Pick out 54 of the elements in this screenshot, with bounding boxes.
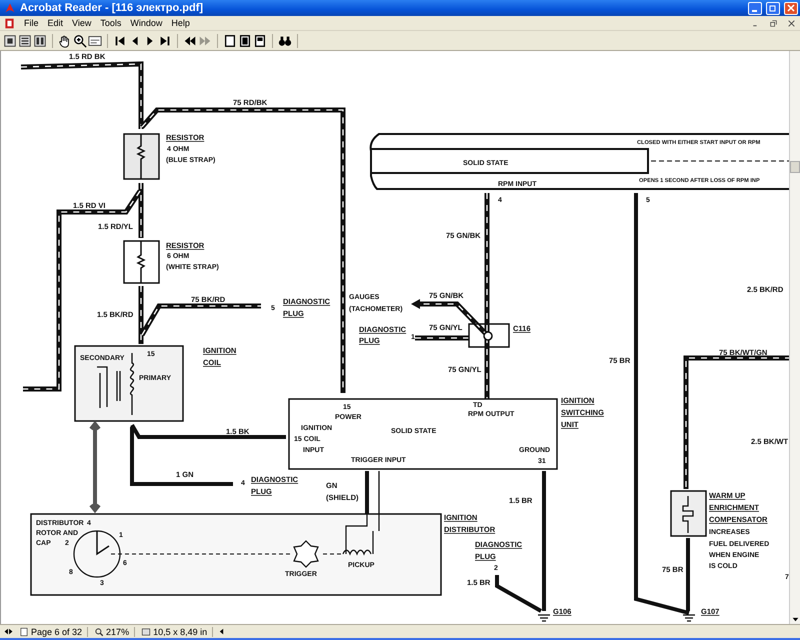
restore-button[interactable] bbox=[766, 2, 780, 14]
page-size-icon bbox=[141, 626, 152, 636]
resistor bbox=[123, 240, 160, 284]
compensator bbox=[670, 490, 707, 537]
page-size: 10,5 x 8,49 in bbox=[153, 626, 208, 636]
resistor bbox=[123, 133, 160, 180]
wire bbox=[365, 471, 369, 514]
menu-item[interactable]: Help bbox=[171, 18, 190, 28]
fit-width-icon[interactable] bbox=[253, 34, 267, 48]
close-button[interactable] bbox=[784, 2, 798, 14]
acrobat-icon bbox=[4, 2, 16, 14]
vertical-scrollbar[interactable] bbox=[789, 51, 800, 624]
page-icon bbox=[19, 626, 29, 636]
last-page-icon[interactable] bbox=[158, 34, 172, 48]
page-navigation-icon[interactable] bbox=[4, 627, 13, 636]
go-back-icon[interactable] bbox=[183, 34, 197, 48]
menu-item[interactable]: View bbox=[72, 18, 92, 28]
scroll-thumb[interactable] bbox=[790, 161, 800, 173]
resistor-zigzag bbox=[136, 134, 146, 179]
text-select-icon[interactable] bbox=[88, 34, 102, 48]
fit-page-icon[interactable] bbox=[238, 34, 252, 48]
thin-wire bbox=[378, 471, 380, 514]
menu-item[interactable]: File bbox=[24, 18, 39, 28]
close-icon bbox=[787, 4, 795, 12]
first-page-icon[interactable] bbox=[113, 34, 127, 48]
restore-icon[interactable] bbox=[769, 18, 778, 28]
continuous-page-icon[interactable] bbox=[18, 34, 32, 48]
page-indicator: Page 6 of 32 bbox=[31, 626, 82, 636]
binoculars-icon[interactable] bbox=[278, 34, 292, 48]
ground-symbol bbox=[682, 614, 696, 622]
connector-pin bbox=[483, 331, 493, 341]
actual-size-icon[interactable] bbox=[223, 34, 237, 48]
close-icon[interactable] bbox=[787, 18, 796, 28]
connector bbox=[468, 323, 510, 348]
pickup-coil bbox=[342, 513, 380, 555]
menu-item[interactable]: Tools bbox=[100, 18, 122, 28]
hand-icon[interactable] bbox=[58, 34, 72, 48]
zoom-in-icon[interactable] bbox=[73, 34, 87, 48]
heater-element bbox=[682, 496, 694, 533]
restore-icon bbox=[769, 4, 777, 12]
minimize-button[interactable] bbox=[748, 2, 762, 14]
arrow-head-icon bbox=[411, 299, 420, 309]
trigger-wheel bbox=[293, 540, 319, 568]
zoom-level: 217% bbox=[106, 626, 130, 636]
menu-item[interactable]: Window bbox=[130, 18, 162, 28]
ground-symbol bbox=[537, 614, 551, 622]
window-title: Acrobat Reader - [116 электро.pdf] bbox=[20, 2, 204, 14]
single-page-icon[interactable] bbox=[3, 34, 17, 48]
document-icon[interactable] bbox=[4, 18, 15, 28]
zoom-icon bbox=[94, 626, 104, 636]
menu-item[interactable]: Edit bbox=[48, 18, 64, 28]
rotor-line bbox=[96, 531, 110, 556]
facing-pages-icon[interactable] bbox=[33, 34, 47, 48]
resistor-zigzag bbox=[136, 241, 146, 283]
